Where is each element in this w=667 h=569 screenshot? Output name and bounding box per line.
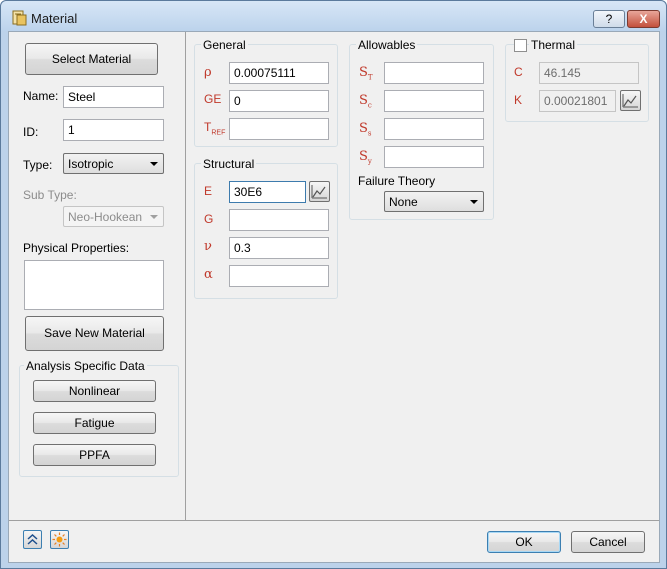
help-button[interactable]: ? [593,10,625,28]
specific-heat-field[interactable]: 46.145 [539,62,639,84]
chevron-down-icon [150,162,158,166]
cancel-button[interactable]: Cancel [571,531,645,553]
tension-allowable-field[interactable] [384,62,484,84]
k-symbol: K [514,93,523,107]
thermal-title: Thermal [529,38,578,52]
g-symbol: G [204,212,214,226]
subtype-label: Sub Type: [23,188,77,202]
ppfa-button[interactable]: PPFA [33,444,156,466]
name-label: Name: [23,89,59,103]
nu-symbol: ν [204,239,212,254]
sy-symbol-main: S [359,149,368,164]
shear-allowable-field[interactable] [384,118,484,140]
chevron-down-icon [150,215,158,219]
save-new-material-button[interactable]: Save New Material [25,316,164,351]
sparkle-icon [52,532,67,547]
double-chevron-up-icon [27,533,38,545]
failure-theory-dropdown[interactable]: None [384,191,484,212]
density-field[interactable]: 0.00075111 [229,62,329,84]
conductivity-field[interactable]: 0.00021801 [539,90,616,112]
st-symbol-sub: T [367,73,373,82]
physical-properties-label: Physical Properties: [23,241,130,255]
alpha-symbol: α [204,267,213,282]
collapse-button[interactable] [23,530,42,549]
sc-symbol-main: S [359,93,368,108]
failure-theory-value: None [389,195,418,209]
select-material-button[interactable]: Select Material [25,43,158,75]
type-label: Type: [23,158,53,172]
ok-button[interactable]: OK [487,531,561,553]
material-app-icon [12,10,27,26]
chevron-down-icon [470,200,478,204]
compression-allowable-field[interactable] [384,90,484,112]
close-button[interactable]: X [627,10,660,28]
fatigue-button[interactable]: Fatigue [33,412,156,434]
poisson-ratio-field[interactable]: 0.3 [229,237,329,259]
temperature-table-button[interactable] [309,181,330,202]
window-title: Material [31,11,78,26]
tref-symbol: TREF [204,120,225,136]
options-button[interactable] [50,530,69,549]
chart-thermometer-icon [622,94,638,108]
shear-modulus-field[interactable] [229,209,329,231]
tref-symbol-sub: REF [211,129,226,137]
sc-symbol: Sc [359,93,372,110]
e-symbol: E [204,184,213,198]
st-symbol-main: S [359,65,368,80]
type-value: Isotropic [68,157,114,171]
subtype-dropdown[interactable]: Neo-Hookean [63,206,164,227]
title-bar: Material ? X [1,1,666,31]
thermal-expansion-field[interactable] [229,265,329,287]
footer-divider [9,520,659,521]
ss-symbol: Ss [359,121,372,138]
ss-symbol-main: S [359,121,368,136]
sy-symbol: Sy [359,149,372,166]
temperature-table-button[interactable] [620,90,641,111]
modulus-field[interactable]: 30E6 [229,181,306,203]
allowables-title: Allowables [356,38,418,52]
sc-symbol-sub: c [367,101,372,110]
rho-symbol: ρ [204,65,212,80]
type-dropdown[interactable]: Isotropic [63,153,164,174]
failure-theory-label: Failure Theory [358,174,436,188]
sy-symbol-sub: y [367,157,372,166]
nonlinear-button[interactable]: Nonlinear [33,380,156,402]
tref-field[interactable] [229,118,329,140]
ge-symbol: GE [204,92,222,106]
id-label: ID: [23,125,39,139]
c-symbol: C [514,65,523,79]
physical-properties-textarea[interactable] [24,260,164,310]
st-symbol: ST [359,65,373,82]
dialog-body: Select Material Name: Steel ID: 1 Type: … [8,31,660,563]
structural-title: Structural [201,157,257,171]
name-field[interactable]: Steel [63,86,164,108]
thermal-checkbox[interactable] [514,39,527,52]
ge-field[interactable]: 0 [229,90,329,112]
analysis-specific-title: Analysis Specific Data [24,359,147,373]
vertical-divider [185,32,186,520]
subtype-value: Neo-Hookean [68,210,143,224]
id-field[interactable]: 1 [63,119,164,141]
yield-allowable-field[interactable] [384,146,484,168]
material-dialog: Material ? X Select Material Name: Steel… [0,0,667,569]
general-title: General [201,38,248,52]
ss-symbol-sub: s [367,129,372,138]
chart-thermometer-icon [311,185,327,199]
